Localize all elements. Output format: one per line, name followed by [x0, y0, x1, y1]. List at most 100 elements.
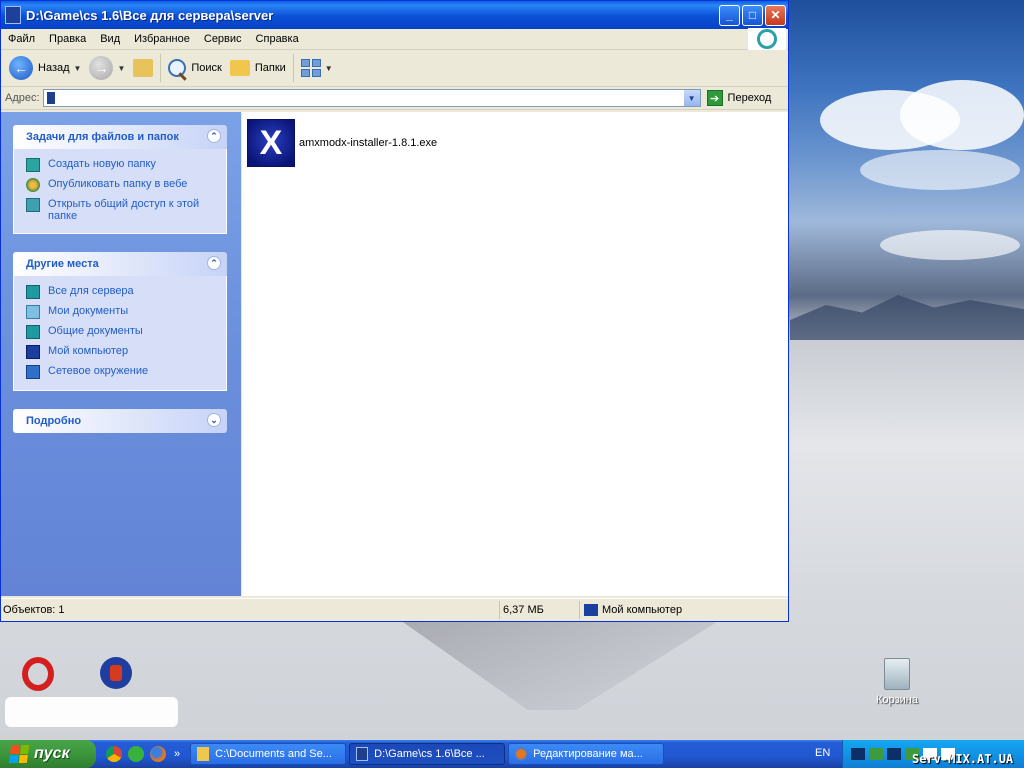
close-button[interactable]: ✕: [765, 4, 786, 26]
menu-file[interactable]: Файл: [1, 33, 42, 45]
task-button-server-folder[interactable]: D:\Game\cs 1.6\Все ...: [349, 743, 506, 765]
menu-edit[interactable]: Правка: [42, 33, 93, 45]
task-label: Редактирование ма...: [533, 748, 643, 760]
up-folder-icon: [133, 59, 154, 77]
chevron-down-icon[interactable]: ▼: [683, 90, 700, 106]
details-header[interactable]: Подробно ⌄: [13, 409, 227, 433]
file-list[interactable]: X amxmodx-installer-1.8.1.exe: [242, 112, 788, 596]
details-panel: Подробно ⌄: [13, 409, 227, 433]
task-buttons: C:\Documents and Se... D:\Game\cs 1.6\Вс…: [190, 743, 665, 765]
chevron-down-icon[interactable]: ▼: [325, 64, 333, 73]
place-my-computer[interactable]: Мой компьютер: [14, 342, 226, 362]
menu-view[interactable]: Вид: [93, 33, 127, 45]
start-label: пуск: [34, 745, 70, 762]
forward-button[interactable]: → ▼: [85, 53, 129, 83]
folders-button[interactable]: Папки: [226, 53, 290, 83]
collapse-icon[interactable]: ⌃: [207, 256, 221, 270]
other-places-panel: Другие места ⌃ Все для сервера Мои докум…: [13, 252, 227, 391]
recycle-bin-icon[interactable]: [884, 658, 910, 690]
task-share-folder[interactable]: Открыть общий доступ к этой папке: [14, 195, 226, 225]
status-location: Мой компьютер: [580, 604, 682, 616]
task-new-folder[interactable]: Создать новую папку: [14, 155, 226, 175]
minimize-button[interactable]: _: [719, 4, 740, 26]
shared-documents-icon: [26, 325, 40, 339]
firefox-icon[interactable]: [150, 746, 166, 762]
file-item[interactable]: X amxmodx-installer-1.8.1.exe: [247, 119, 437, 167]
publish-web-icon: [26, 178, 40, 192]
start-button[interactable]: пуск: [0, 740, 96, 768]
search-label: Поиск: [191, 62, 222, 74]
views-icon: [300, 59, 321, 77]
up-folder-button[interactable]: [129, 53, 157, 83]
place-server-folder[interactable]: Все для сервера: [14, 282, 226, 302]
back-label: Назад: [38, 62, 70, 74]
folder-book-icon: [46, 92, 55, 104]
status-size: 6,37 МБ: [500, 601, 580, 619]
task-label: Опубликовать папку в вебе: [48, 178, 188, 190]
my-computer-icon: [26, 345, 40, 359]
maximize-button[interactable]: □: [742, 4, 763, 26]
display-tray-icon[interactable]: [887, 748, 901, 760]
quick-launch-more-button[interactable]: »: [174, 748, 180, 760]
book-icon: [356, 747, 369, 761]
chevron-down-icon[interactable]: ▼: [117, 64, 125, 73]
place-label: Все для сервера: [48, 285, 134, 297]
file-name: amxmodx-installer-1.8.1.exe: [299, 137, 438, 149]
cloud: [860, 150, 1020, 190]
task-button-documents[interactable]: C:\Documents and Se...: [190, 743, 347, 765]
folders-icon: [229, 60, 250, 76]
network-tray-icon[interactable]: [851, 748, 865, 760]
place-my-documents[interactable]: Мои документы: [14, 302, 226, 322]
window-title: D:\Game\cs 1.6\Все для сервера\server: [26, 7, 274, 23]
forward-arrow-icon: →: [89, 56, 114, 80]
place-label: Сетевое окружение: [48, 365, 149, 377]
chevron-down-icon[interactable]: ▼: [74, 64, 82, 73]
file-tasks-panel: Задачи для файлов и папок ⌃ Создать нову…: [13, 125, 227, 234]
quick-launch: »: [106, 746, 180, 762]
explorer-window: D:\Game\cs 1.6\Все для сервера\server _ …: [0, 0, 789, 622]
content-area: Задачи для файлов и папок ⌃ Создать нову…: [1, 112, 788, 596]
share-folder-icon: [26, 198, 40, 212]
folders-label: Папки: [254, 62, 286, 74]
file-tasks-header[interactable]: Задачи для файлов и папок ⌃: [13, 125, 227, 149]
opera-shortcut-icon[interactable]: [22, 657, 54, 691]
menu-help[interactable]: Справка: [249, 33, 306, 45]
views-button[interactable]: ▼: [297, 53, 337, 83]
folder-book-icon: [5, 6, 21, 24]
recycle-bin-label[interactable]: Корзина: [870, 694, 924, 706]
place-label: Общие документы: [48, 325, 143, 337]
file-tasks-title: Задачи для файлов и папок: [26, 131, 179, 143]
task-button-firefox[interactable]: Редактирование ма...: [508, 743, 665, 765]
other-places-header[interactable]: Другие места ⌃: [13, 252, 227, 276]
new-folder-icon: [26, 158, 40, 172]
dune-shadow: [400, 620, 720, 710]
back-arrow-icon: ←: [9, 56, 33, 80]
counter-strike-shortcut-icon[interactable]: [100, 657, 132, 689]
toolbar-separator: [292, 54, 294, 82]
search-icon: [168, 59, 187, 77]
menu-bar: Файл Правка Вид Избранное Сервис Справка: [1, 28, 788, 50]
title-bar[interactable]: D:\Game\cs 1.6\Все для сервера\server _ …: [1, 1, 788, 29]
menu-tools[interactable]: Сервис: [197, 33, 249, 45]
address-input[interactable]: ▼: [42, 89, 701, 107]
place-label: Мой компьютер: [48, 345, 129, 357]
task-label: Открыть общий доступ к этой папке: [48, 198, 200, 222]
back-button[interactable]: ← Назад ▼: [5, 53, 85, 83]
task-publish-web[interactable]: Опубликовать папку в вебе: [14, 175, 226, 195]
language-indicator[interactable]: EN: [815, 747, 830, 759]
antivirus-tray-icon[interactable]: [869, 748, 883, 760]
installer-icon: X: [247, 119, 295, 167]
folder-icon: [26, 285, 40, 299]
place-shared-documents[interactable]: Общие документы: [14, 322, 226, 342]
go-button[interactable]: ➔ Переход: [706, 90, 771, 106]
place-network[interactable]: Сетевое окружение: [14, 362, 226, 382]
expand-icon[interactable]: ⌄: [207, 413, 221, 427]
file-tasks-body: Создать новую папку Опубликовать папку в…: [13, 149, 227, 234]
chrome-icon[interactable]: [106, 746, 122, 762]
search-button[interactable]: Поиск: [164, 53, 225, 83]
desktop-label-blur: [5, 697, 178, 727]
menu-favorites[interactable]: Избранное: [127, 33, 197, 45]
collapse-icon[interactable]: ⌃: [207, 129, 221, 143]
green-app-icon[interactable]: [128, 746, 144, 762]
go-arrow-icon: ➔: [706, 90, 723, 106]
